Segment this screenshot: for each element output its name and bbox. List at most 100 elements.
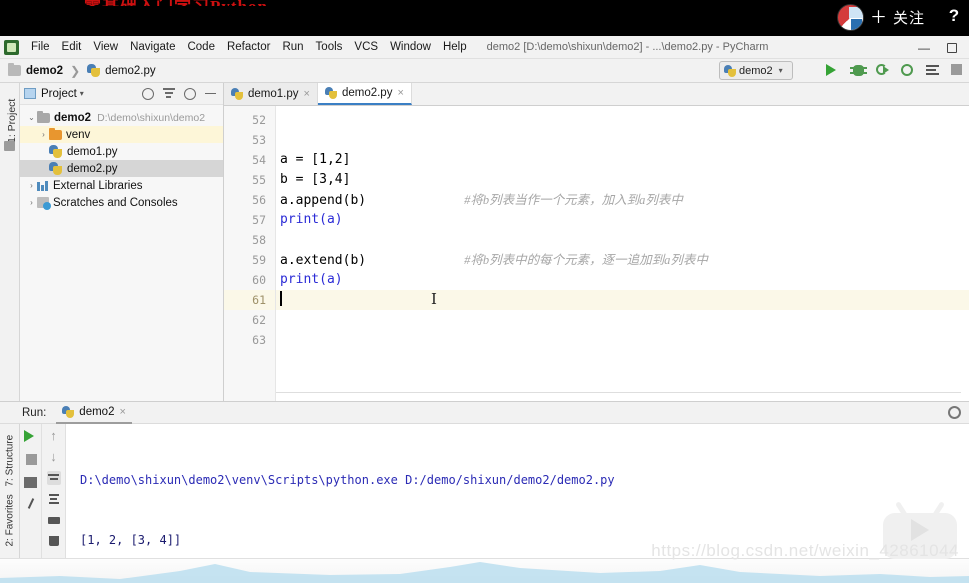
tree-node-external-libraries[interactable]: › External Libraries [20, 177, 223, 194]
tree-node-label: demo2 [54, 111, 92, 124]
down-arrow-icon[interactable]: ↓ [47, 450, 61, 464]
debug-button[interactable] [849, 64, 867, 78]
run-tool-window: 7: Structure 2: Favorites ★ Run: demo2 × [0, 401, 969, 583]
help-icon[interactable]: ? [943, 5, 965, 27]
close-icon[interactable]: × [119, 406, 125, 418]
code-line: a = [1,2] [276, 150, 969, 170]
tree-node-scratches-and-consoles[interactable]: › Scratches and Consoles [20, 194, 223, 211]
locate-icon[interactable] [142, 87, 154, 100]
project-title-chevron-icon[interactable]: ▾ [80, 89, 84, 98]
breadcrumb-project[interactable]: demo2 [26, 65, 63, 77]
rerun-button[interactable] [23, 429, 38, 443]
restore-button[interactable] [947, 42, 957, 53]
editor-tab-demo1-py[interactable]: demo1.py × [224, 83, 318, 105]
menu-item-view[interactable]: View [87, 39, 124, 55]
chevron-down-icon[interactable]: ⌄ [26, 113, 37, 122]
code-comment-line-59: #将b列表中的每个元素，逐一追加到a列表中 [464, 253, 708, 267]
line-number: 63 [252, 333, 266, 347]
folder-icon [37, 110, 50, 123]
gear-icon[interactable] [948, 406, 961, 419]
tree-node-demo2-py[interactable]: demo2.py [20, 160, 223, 177]
avatar[interactable] [836, 4, 864, 31]
collapse-all-icon[interactable] [163, 88, 175, 99]
editor-area: demo1.py × demo2.py × 52 53 54 55 56 57 … [224, 83, 969, 401]
line-number-current: 61 [224, 290, 275, 310]
follow-button[interactable]: ＋ 关注 [836, 4, 925, 31]
line-number: 59 [252, 253, 266, 267]
structure-strip-icon[interactable] [4, 141, 15, 151]
line-number: 56 [252, 193, 266, 207]
run-dashboard-icon[interactable] [926, 64, 940, 78]
page-red-heading: 零基础入门学习Python [84, 0, 268, 6]
trash-icon[interactable] [47, 534, 61, 548]
line-number: 57 [252, 213, 266, 227]
sidebar-tab-project[interactable]: 1: Project [6, 91, 18, 143]
menu-item-edit[interactable]: Edit [56, 39, 88, 55]
soft-wrap-icon[interactable] [46, 471, 61, 485]
menu-item-tools[interactable]: Tools [310, 39, 349, 55]
menu-item-navigate[interactable]: Navigate [124, 39, 181, 55]
line-number: 53 [252, 133, 266, 147]
profile-button[interactable] [901, 64, 915, 78]
run-button[interactable] [826, 64, 840, 78]
chevron-right-icon[interactable]: › [26, 198, 37, 207]
follow-label: 关注 [892, 10, 925, 27]
scratches-icon [37, 197, 51, 210]
close-icon[interactable]: × [397, 87, 403, 99]
breadcrumb-separator-icon: ❯ [70, 63, 81, 78]
menu-item-help[interactable]: Help [437, 39, 473, 55]
menu-item-file[interactable]: File [25, 39, 56, 55]
tree-node-demo1-py[interactable]: demo1.py [20, 143, 223, 160]
scroll-to-end-icon[interactable] [47, 492, 61, 506]
menu-item-code[interactable]: Code [181, 39, 221, 55]
tree-node-demo2[interactable]: ⌄ demo2 D:\demo\shixun\demo2 [20, 109, 223, 126]
line-number: 60 [252, 273, 266, 287]
menu-item-vcs[interactable]: VCS [348, 39, 384, 55]
code-line: print(a) [276, 210, 969, 230]
code-text-line-55: b = [3,4] [280, 172, 351, 187]
plus-icon: ＋ [869, 8, 887, 27]
library-icon [37, 180, 49, 191]
hide-panel-icon[interactable] [205, 92, 216, 95]
close-icon[interactable]: × [304, 88, 310, 100]
code-line: a.extend(b) #将b列表中的每个元素，逐一追加到a列表中 [276, 250, 969, 270]
left-tool-strip: 1: Project [0, 83, 20, 401]
pin-tab-button[interactable] [24, 498, 38, 512]
gear-icon[interactable] [184, 87, 196, 100]
pycharm-app-icon [4, 39, 19, 55]
run-tab-demo2[interactable]: demo2 × [56, 402, 132, 424]
python-file-icon [49, 162, 62, 175]
chevron-right-icon[interactable]: › [38, 130, 49, 139]
folder-icon [8, 63, 21, 76]
pycharm-window: File Edit View Navigate Code Refactor Ru… [0, 36, 969, 583]
python-file-icon [62, 405, 75, 418]
up-arrow-icon[interactable]: ↑ [47, 429, 61, 443]
editor-tab-demo2-py[interactable]: demo2.py × [317, 83, 412, 105]
menu-item-window[interactable]: Window [384, 39, 437, 55]
menu-item-refactor[interactable]: Refactor [221, 39, 276, 55]
editor-tab-label: demo1.py [248, 88, 299, 100]
tree-node-venv[interactable]: › venv [20, 126, 223, 143]
breadcrumb-file[interactable]: demo2.py [105, 65, 156, 77]
run-with-coverage-button[interactable] [876, 64, 890, 78]
console-line: [1, 2, [3, 4]] [80, 533, 182, 547]
layout-settings-button[interactable] [23, 475, 38, 489]
minimize-button[interactable]: — [917, 41, 931, 55]
print-icon[interactable] [47, 513, 61, 527]
tree-node-label: Scratches and Consoles [53, 196, 178, 209]
console-line: D:\demo\shixun\demo2\venv\Scripts\python… [80, 473, 615, 487]
navigation-bar: demo2 ❯ demo2.py demo2 ▾ [0, 59, 969, 83]
code-editor[interactable]: 52 53 54 55 56 57 58 59 60 61 62 63 a = … [224, 106, 969, 401]
python-file-icon [87, 64, 101, 77]
menu-item-run[interactable]: Run [276, 39, 309, 55]
stop-button[interactable] [24, 452, 38, 466]
run-configuration-selector[interactable]: demo2 ▾ [719, 61, 793, 80]
code-line: b = [3,4] [276, 170, 969, 190]
line-number: 55 [252, 173, 266, 187]
stop-button[interactable] [951, 64, 965, 78]
chevron-right-icon[interactable]: › [26, 181, 37, 190]
code-text[interactable]: a = [1,2] b = [3,4] a.append(b) #将b列表当作一个… [276, 106, 969, 401]
code-line: a.append(b) #将b列表当作一个元素，加入到a列表中 [276, 190, 969, 210]
